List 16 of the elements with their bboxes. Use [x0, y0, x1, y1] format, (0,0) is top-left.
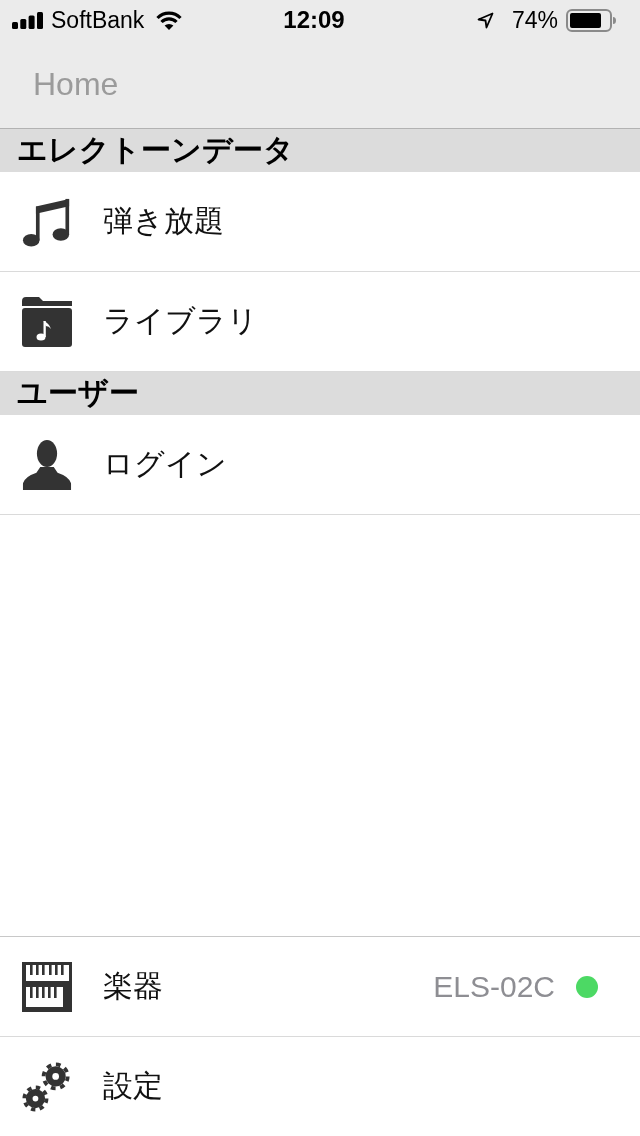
person-icon [22, 439, 72, 490]
signal-icon [12, 11, 43, 29]
piano-keyboard-icon [22, 961, 72, 1012]
battery-percentage: 74% [511, 6, 558, 34]
battery-icon [566, 8, 616, 32]
device-name: ELS-02C [433, 969, 555, 1004]
section-header: ユーザー [0, 372, 640, 415]
music-note-icon [22, 196, 72, 247]
clock-time: 12:09 [283, 6, 345, 34]
carrier-name: SoftBank [51, 6, 145, 34]
nav-title: Home [33, 65, 119, 103]
location-arrow-icon [476, 11, 494, 29]
wifi-icon [156, 10, 183, 30]
section-header: エレクトーンデータ [0, 129, 640, 172]
music-folder-icon [22, 296, 72, 347]
gears-icon [22, 1061, 72, 1112]
